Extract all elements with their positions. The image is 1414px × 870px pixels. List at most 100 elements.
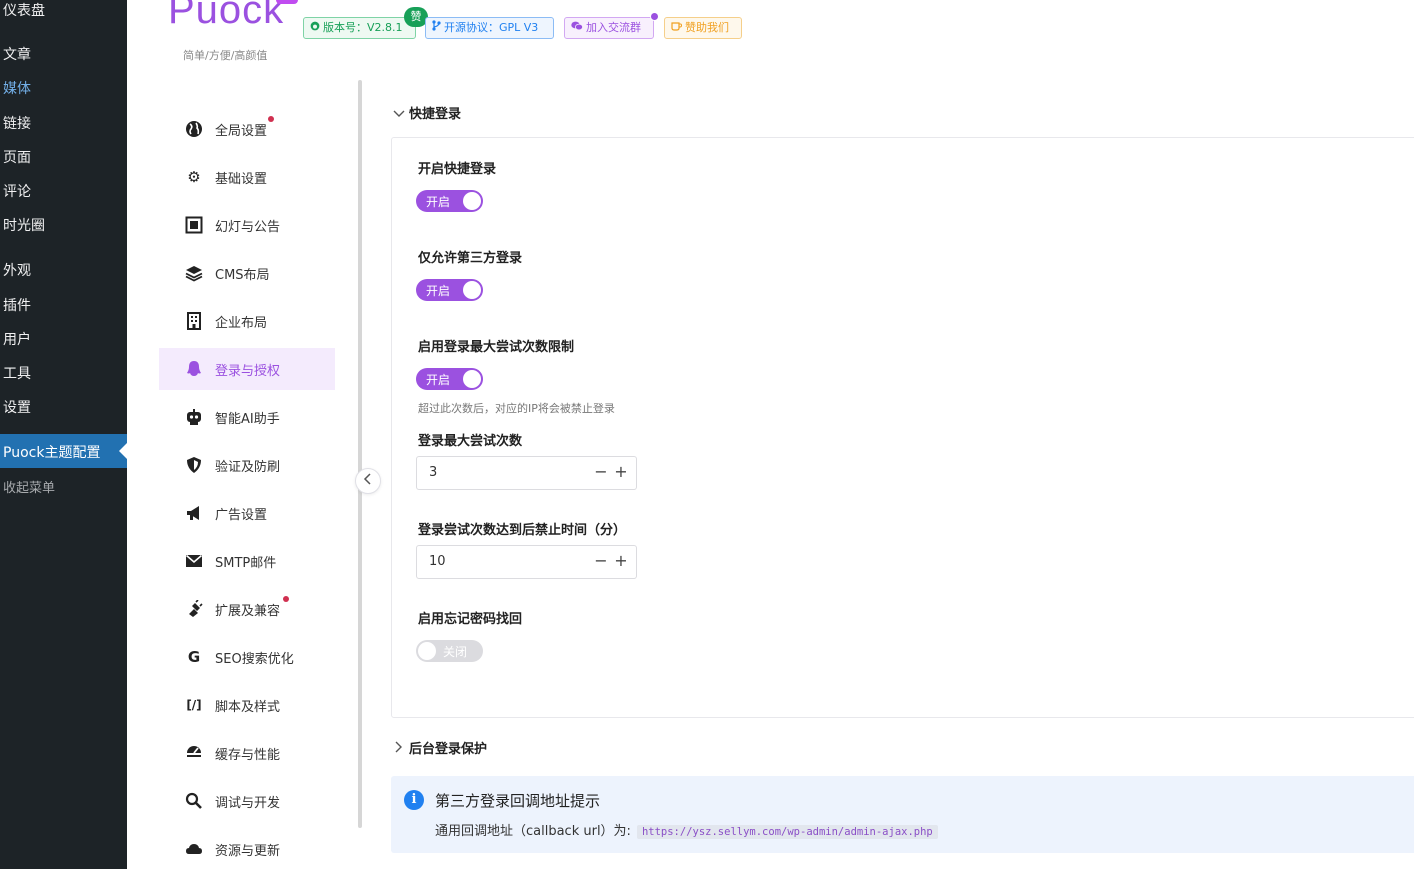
max-attempts-label: 登录最大尝试次数	[418, 434, 523, 449]
nav-label-ai: 智能AI助手	[215, 412, 280, 427]
enable-quick-login-switch[interactable]: 开启	[416, 190, 483, 212]
forgot-password-label: 启用忘记密码找回	[418, 612, 523, 627]
donate-text: 赞助我们	[685, 21, 729, 34]
globe-icon	[185, 120, 203, 138]
wp-menu-collapse[interactable]: 收起菜单	[3, 477, 55, 496]
search-icon	[185, 792, 203, 810]
switch-knob	[418, 642, 436, 660]
wp-menu-puock-config-label: Puock主题配置	[3, 445, 101, 461]
wp-menu-dashboard[interactable]: 仪表盘	[3, 0, 45, 20]
donate-badge[interactable]: 赞助我们	[664, 17, 742, 39]
ban-time-input[interactable]: 10 − +	[416, 545, 637, 579]
nav-item-verify[interactable]: 验证及防刷	[159, 444, 335, 486]
nav-item-ads[interactable]: 广告设置	[159, 492, 335, 534]
active-arrow-icon	[119, 443, 127, 459]
section-quick-login-title: 快捷登录	[409, 107, 462, 122]
nav-item-enterprise[interactable]: 企业布局	[159, 300, 335, 342]
megaphone-icon	[185, 504, 203, 522]
minus-icon[interactable]: −	[594, 462, 608, 481]
mail-icon	[185, 552, 203, 570]
chevron-left-icon	[363, 473, 373, 489]
wp-menu-users[interactable]: 用户	[3, 329, 31, 349]
version-text: 版本号：V2.8.1	[323, 21, 403, 34]
wp-menu-settings[interactable]: 设置	[3, 397, 31, 417]
nav-label-ads: 广告设置	[215, 508, 268, 523]
max-attempts-limit-label: 启用登录最大尝试次数限制	[418, 340, 575, 355]
wp-menu-comments[interactable]: 评论	[3, 181, 31, 201]
nav-item-seo[interactable]: G SEO搜索优化	[159, 636, 335, 678]
nav-item-resources[interactable]: 资源与更新	[159, 828, 335, 870]
brand-subtitle: 简单/方便/高颜值	[183, 49, 268, 62]
nav-item-basic[interactable]: ⚙ 基础设置	[159, 156, 335, 198]
section-backend-protect-header[interactable]: 后台登录保护	[393, 738, 487, 757]
gear-icon: ⚙	[187, 168, 201, 186]
switch-state-text: 开启	[426, 195, 451, 209]
max-attempts-limit-switch[interactable]: 开启	[416, 368, 483, 390]
quick-login-panel	[391, 137, 1414, 718]
building-icon	[185, 312, 203, 330]
section-quick-login-header[interactable]: 快捷登录	[393, 103, 461, 122]
alert-body: 通用回调地址（callback url）为: https://ysz.sellym…	[435, 820, 938, 839]
shield-icon	[185, 456, 203, 474]
nav-item-extend[interactable]: 扩展及兼容	[159, 588, 335, 630]
group-notify-dot	[650, 12, 659, 21]
forgot-password-switch[interactable]: 关闭	[416, 640, 483, 662]
info-icon: i	[404, 790, 424, 810]
wp-menu-tools[interactable]: 工具	[3, 363, 31, 383]
code-icon: [/]	[186, 698, 202, 712]
nav-scrollbar[interactable]	[358, 80, 362, 828]
alert-title: 第三方登录回调地址提示	[435, 792, 601, 810]
nav-item-cms[interactable]: CMS布局	[159, 252, 335, 294]
nav-item-debug[interactable]: 调试与开发	[159, 780, 335, 822]
branch-icon	[432, 18, 441, 38]
nav-label-cache: 缓存与性能	[215, 748, 281, 763]
nav-label-enterprise: 企业布局	[215, 316, 268, 331]
nav-label-extend: 扩展及兼容	[215, 604, 281, 619]
plus-icon[interactable]: +	[614, 462, 628, 481]
switch-knob	[463, 192, 481, 210]
enable-quick-login-label: 开启快捷登录	[418, 162, 497, 177]
nav-label-resources: 资源与更新	[215, 844, 281, 859]
layers-icon	[185, 264, 203, 282]
only-third-party-switch[interactable]: 开启	[416, 279, 483, 301]
nav-item-smtp[interactable]: SMTP邮件	[159, 540, 335, 582]
version-badge[interactable]: 版本号：V2.8.1	[303, 17, 416, 39]
collapse-nav-button[interactable]	[355, 468, 381, 494]
max-attempts-value: 3	[429, 465, 438, 480]
wp-menu-links[interactable]: 链接	[3, 113, 31, 133]
switch-state-text: 开启	[426, 284, 451, 298]
wp-menu-plugins[interactable]: 插件	[3, 295, 31, 315]
max-attempts-input[interactable]: 3 − +	[416, 456, 637, 490]
wp-menu-posts[interactable]: 文章	[3, 44, 31, 64]
nav-label-global: 全局设置	[215, 124, 268, 139]
slides-icon	[185, 216, 203, 234]
nav-label-cms: CMS布局	[215, 268, 270, 283]
nav-item-slides[interactable]: 幻灯与公告	[159, 204, 335, 246]
switch-knob	[463, 370, 481, 388]
max-attempts-limit-desc: 超过此次数后，对应的IP将会被禁止登录	[418, 402, 615, 415]
cloud-icon	[185, 840, 203, 858]
wp-menu-pages[interactable]: 页面	[3, 147, 31, 167]
nav-item-scripts[interactable]: [/] 脚本及样式	[159, 684, 335, 726]
nav-label-basic: 基础设置	[215, 172, 268, 187]
nav-dot-global	[268, 116, 274, 122]
callback-url-code[interactable]: https://ysz.sellym.com/wp-admin/admin-aj…	[636, 825, 938, 839]
wp-menu-appearance[interactable]: 外观	[3, 260, 31, 280]
section-backend-protect-title: 后台登录保护	[409, 742, 488, 757]
nav-item-global[interactable]: 全局设置	[159, 108, 335, 150]
nav-label-smtp: SMTP邮件	[215, 556, 277, 571]
wp-menu-moments[interactable]: 时光圈	[3, 215, 45, 235]
nav-label-login-auth: 登录与授权	[215, 364, 281, 379]
minus-icon[interactable]: −	[594, 551, 608, 570]
wp-menu-media[interactable]: 媒体	[3, 78, 31, 98]
nav-label-debug: 调试与开发	[215, 796, 281, 811]
plus-icon[interactable]: +	[614, 551, 628, 570]
wp-menu-puock-config[interactable]: Puock主题配置	[0, 434, 127, 468]
robot-icon	[185, 408, 203, 426]
nav-item-cache[interactable]: 缓存与性能	[159, 732, 335, 774]
nav-item-ai[interactable]: 智能AI助手	[159, 396, 335, 438]
nav-item-login-auth[interactable]: 登录与授权	[159, 348, 335, 390]
join-group-badge[interactable]: 加入交流群	[564, 17, 654, 39]
license-badge[interactable]: 开源协议：GPL V3	[425, 17, 554, 39]
nav-label-slides: 幻灯与公告	[215, 220, 281, 235]
